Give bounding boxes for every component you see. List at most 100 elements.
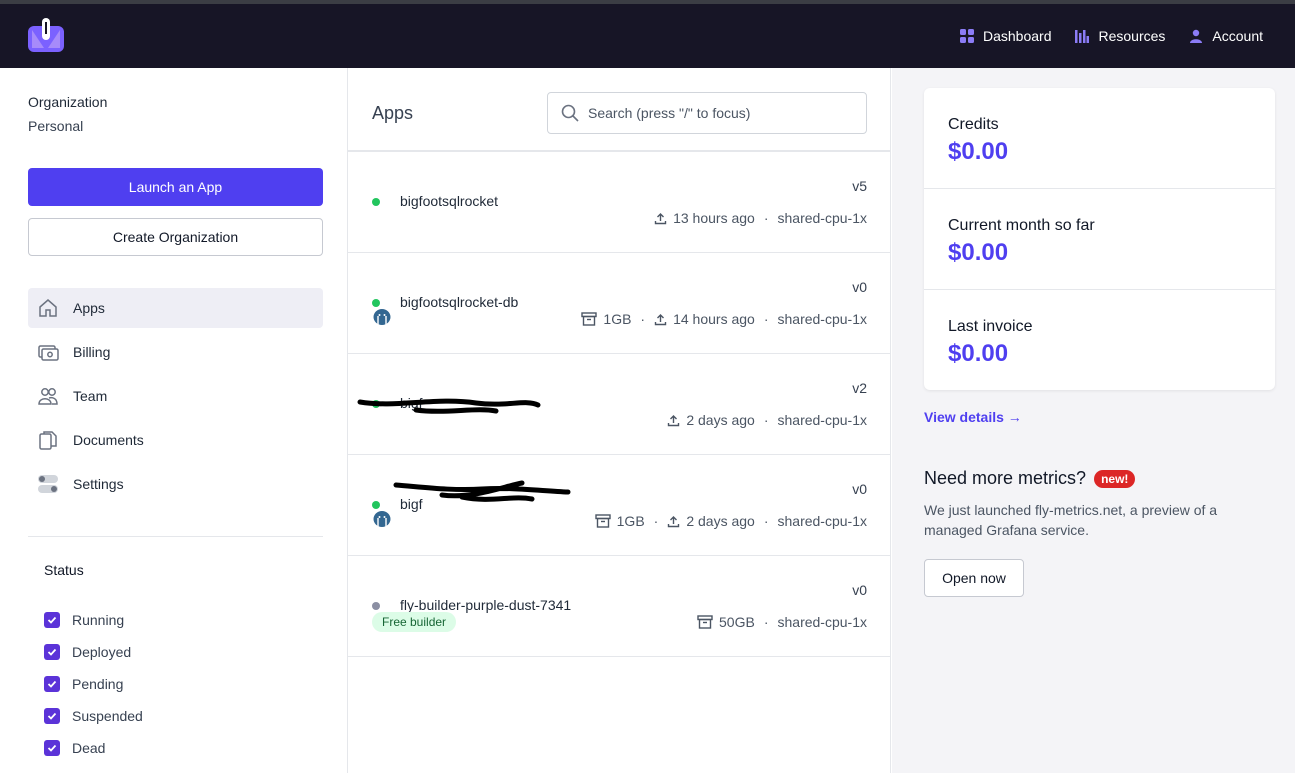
page-title: Apps [372, 103, 414, 123]
billing-panel: Credits $0.00 Current month so far $0.00… [892, 68, 1295, 773]
team-icon [38, 388, 58, 405]
separator: · [763, 210, 769, 226]
checkbox-checked[interactable] [44, 644, 60, 660]
view-details-link[interactable]: View details → [924, 409, 1022, 425]
last-invoice-value: $0.00 [948, 340, 1009, 367]
nav-account-label: Account [1212, 28, 1263, 44]
app-row[interactable]: fly-builder-purple-dust-7341 v0 Free bui… [348, 556, 891, 657]
credits-label: Credits [948, 116, 999, 133]
logo-icon[interactable] [28, 18, 64, 52]
deploy-time: 13 hours ago [673, 210, 755, 226]
upload-icon [668, 515, 680, 527]
app-meta: 13 hours ago · shared-cpu-1x [654, 210, 867, 226]
vm-size: shared-cpu-1x [777, 513, 868, 529]
status-filter-pending[interactable]: Pending [44, 668, 143, 700]
app-meta: 2 days ago · shared-cpu-1x [667, 412, 867, 428]
grid-icon [959, 29, 974, 43]
deploy-time: 2 days ago [686, 513, 755, 529]
create-organization-button[interactable]: Create Organization [28, 218, 323, 256]
status-label: Running [72, 612, 125, 628]
metrics-title-text: Need more metrics? [924, 468, 1087, 488]
app-version: v0 [852, 279, 867, 295]
billing-icon [38, 345, 59, 361]
nav-dashboard[interactable]: Dashboard [959, 28, 1051, 44]
checkbox-checked[interactable] [44, 612, 60, 628]
status-filter-list: Running Deployed Pending Suspended Dead [44, 604, 143, 764]
apps-panel: Apps bigfootsqlrocket v5 13 hours ago · … [348, 68, 891, 773]
postgres-icon [373, 309, 391, 327]
volume-size: 1GB [603, 311, 632, 327]
user-icon [1190, 29, 1203, 43]
status-dot-running [372, 501, 380, 509]
separator: · [763, 412, 769, 428]
checkbox-checked[interactable] [44, 708, 60, 724]
open-now-button[interactable]: Open now [924, 559, 1024, 597]
app-name[interactable]: bigf [400, 395, 423, 411]
checkbox-checked[interactable] [44, 740, 60, 756]
search-box[interactable] [547, 92, 867, 134]
sidebar-item-billing[interactable]: Billing [28, 332, 323, 372]
archive-icon [697, 615, 713, 629]
nav-account[interactable]: Account [1189, 28, 1263, 44]
apps-header: Apps [348, 68, 891, 152]
sidebar-item-label: Documents [73, 432, 144, 448]
sidebar-item-label: Billing [73, 344, 111, 360]
top-navbar: Dashboard Resources Account [0, 4, 1295, 68]
app-meta: 50GB · shared-cpu-1x [697, 614, 867, 630]
sidebar: Organization Personal Launch an App Crea… [0, 68, 348, 773]
app-version: v5 [852, 178, 867, 194]
app-version: v2 [852, 380, 867, 396]
search-input[interactable] [588, 105, 858, 121]
organization-name[interactable]: Personal [28, 118, 83, 134]
app-meta: 1GB · 14 hours ago · shared-cpu-1x [581, 311, 867, 327]
status-label: Suspended [72, 708, 143, 724]
billing-summary-card: Credits $0.00 Current month so far $0.00… [924, 88, 1275, 390]
sidebar-item-team[interactable]: Team [28, 376, 323, 416]
credits-value: $0.00 [948, 138, 1009, 165]
nav-resources[interactable]: Resources [1075, 28, 1165, 44]
deploy-time: 2 days ago [686, 412, 755, 428]
free-builder-badge: Free builder [372, 612, 457, 632]
metrics-description: We just launched fly-metrics.net, a prev… [924, 502, 1218, 538]
sidebar-item-settings[interactable]: Settings [28, 464, 323, 504]
app-name[interactable]: fly-builder-purple-dust-7341 [400, 597, 571, 613]
credits-section: Credits $0.00 [924, 88, 1275, 189]
organization-label: Organization [28, 94, 108, 110]
vm-size: shared-cpu-1x [777, 614, 868, 630]
volume-size: 1GB [616, 513, 645, 529]
app-row[interactable]: bigfootsqlrocket v5 13 hours ago · share… [348, 152, 891, 253]
sidebar-item-label: Apps [73, 300, 105, 316]
archive-icon [581, 312, 598, 326]
app-name[interactable]: bigf [400, 496, 423, 512]
current-month-section: Current month so far $0.00 [924, 189, 1275, 290]
status-filter-deployed[interactable]: Deployed [44, 636, 143, 668]
status-label: Dead [72, 740, 106, 756]
status-filter-running[interactable]: Running [44, 604, 143, 636]
app-name[interactable]: bigfootsqlrocket-db [400, 294, 518, 310]
sidebar-item-label: Team [73, 388, 108, 404]
search-icon [561, 104, 579, 122]
status-filter-dead[interactable]: Dead [44, 732, 143, 764]
separator: · [640, 311, 646, 327]
app-row[interactable]: bigf v2 2 days ago · shared-cpu-1x [348, 354, 891, 455]
sidebar-item-documents[interactable]: Documents [28, 420, 323, 460]
nav-resources-label: Resources [1098, 28, 1166, 44]
sidebar-divider [28, 536, 323, 537]
sidebar-item-apps[interactable]: Apps [28, 288, 323, 328]
deploy-time: 14 hours ago [673, 311, 755, 327]
sidebar-item-label: Settings [73, 476, 124, 492]
metrics-promo-title: Need more metrics? new! [924, 468, 1136, 489]
status-filter-suspended[interactable]: Suspended [44, 700, 143, 732]
upload-icon [654, 313, 667, 325]
app-row[interactable]: bigfootsqlrocket-db v0 1GB · 14 hours ag… [348, 253, 891, 354]
last-invoice-section: Last invoice $0.00 [924, 290, 1275, 391]
status-dot-running [372, 198, 380, 206]
status-label: Pending [72, 676, 124, 692]
app-row[interactable]: bigf v0 1GB · 2 days ago · shared-cpu-1x [348, 455, 891, 556]
current-month-value: $0.00 [948, 239, 1009, 266]
app-meta: 1GB · 2 days ago · shared-cpu-1x [594, 513, 868, 529]
app-name[interactable]: bigfootsqlrocket [400, 193, 498, 209]
status-dot-running [372, 400, 380, 408]
checkbox-checked[interactable] [44, 676, 60, 692]
launch-app-button[interactable]: Launch an App [28, 168, 323, 206]
